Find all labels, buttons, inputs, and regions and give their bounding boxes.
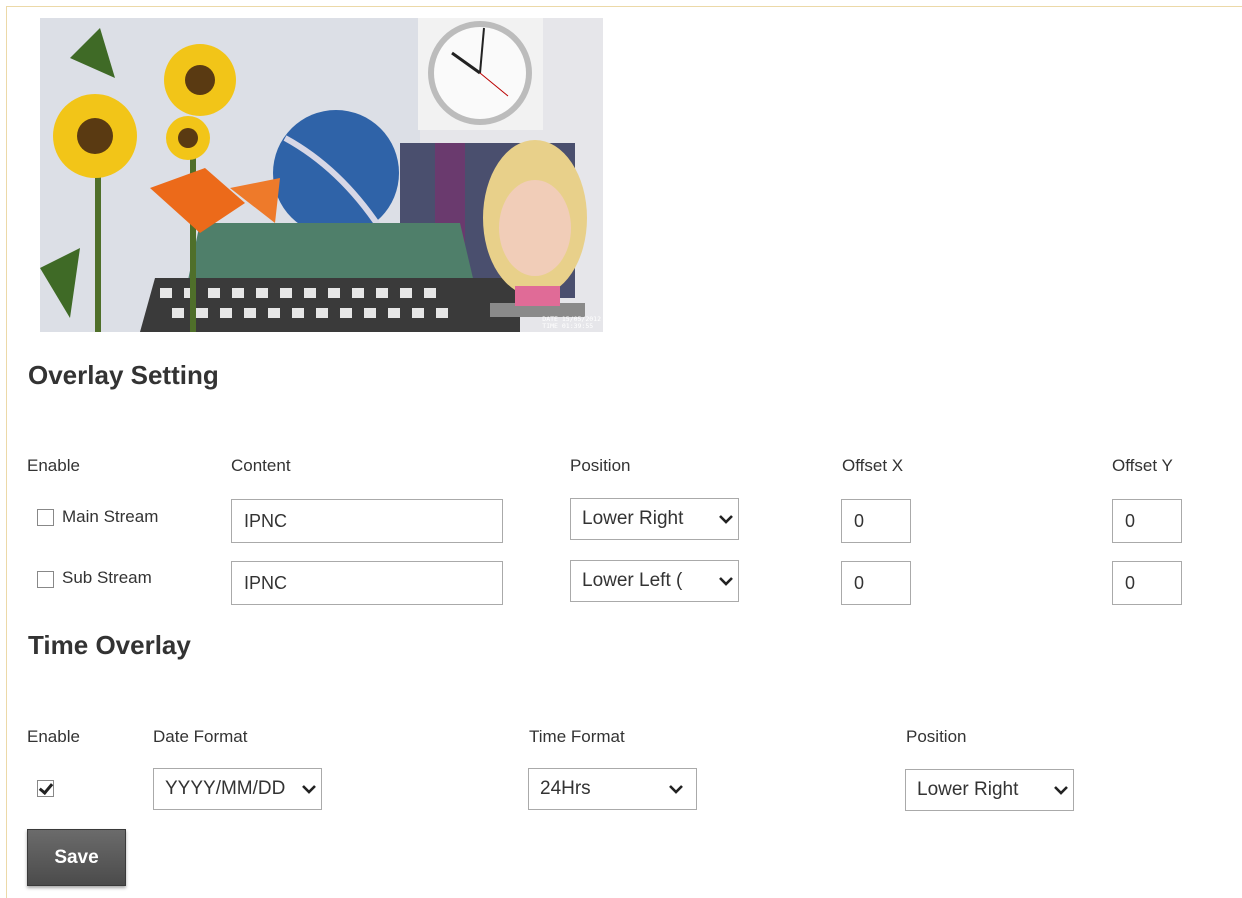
overlay-setting-title: Overlay Setting [28, 360, 219, 390]
date-format-select[interactable]: YYYY/MM/DD [153, 768, 322, 810]
time-header-time-format: Time Format [529, 727, 625, 746]
sub-stream-content-input[interactable] [231, 561, 503, 605]
main-stream-content-input[interactable] [231, 499, 503, 543]
chevron-down-icon [656, 769, 696, 809]
main-stream-offset-x-input[interactable] [841, 499, 911, 543]
time-format-value: 24Hrs [540, 778, 591, 799]
time-overlay-title: Time Overlay [28, 630, 191, 660]
main-stream-position-value: Lower Right [582, 508, 684, 529]
chevron-down-icon [1049, 770, 1073, 810]
osd-time: TIME 01:39:55 [542, 322, 594, 330]
sub-stream-enable-checkbox[interactable] [37, 571, 54, 588]
sub-stream-offset-y-input[interactable] [1112, 561, 1182, 605]
time-format-select[interactable]: 24Hrs [528, 768, 697, 810]
main-stream-enable-checkbox[interactable] [37, 509, 54, 526]
date-format-value: YYYY/MM/DD [165, 778, 286, 799]
overlay-header-position: Position [570, 456, 631, 475]
time-header-enable: Enable [27, 727, 80, 746]
overlay-header-offset-x: Offset X [842, 456, 904, 475]
camera-preview: DATE 15/05/2012 TIME 01:39:55 [40, 18, 603, 332]
main-stream-offset-y-input[interactable] [1112, 499, 1182, 543]
sub-stream-offset-x-input[interactable] [841, 561, 911, 605]
main-stream-position-select[interactable]: Lower Right [570, 498, 739, 540]
time-position-value: Lower Right [917, 779, 1019, 800]
time-header-date-format: Date Format [153, 727, 248, 746]
time-header-position: Position [906, 727, 967, 746]
overlay-header-offset-y: Offset Y [1112, 456, 1173, 475]
camera-preview-image [40, 18, 603, 332]
sub-stream-position-select[interactable]: Lower Left ( [570, 560, 739, 602]
overlay-header-content: Content [231, 456, 291, 475]
time-overlay-enable-checkbox[interactable] [37, 780, 54, 797]
overlay-header-enable: Enable [27, 456, 80, 475]
sub-stream-position-value: Lower Left ( [582, 570, 683, 591]
save-button[interactable]: Save [27, 829, 126, 886]
chevron-down-icon [714, 561, 738, 601]
chevron-down-icon [714, 499, 738, 539]
main-stream-label: Main Stream [62, 507, 159, 526]
sub-stream-label: Sub Stream [62, 568, 152, 587]
video-timestamp-osd: DATE 15/05/2012 TIME 01:39:55 [542, 316, 601, 330]
time-position-select[interactable]: Lower Right [905, 769, 1074, 811]
chevron-down-icon [297, 769, 321, 809]
